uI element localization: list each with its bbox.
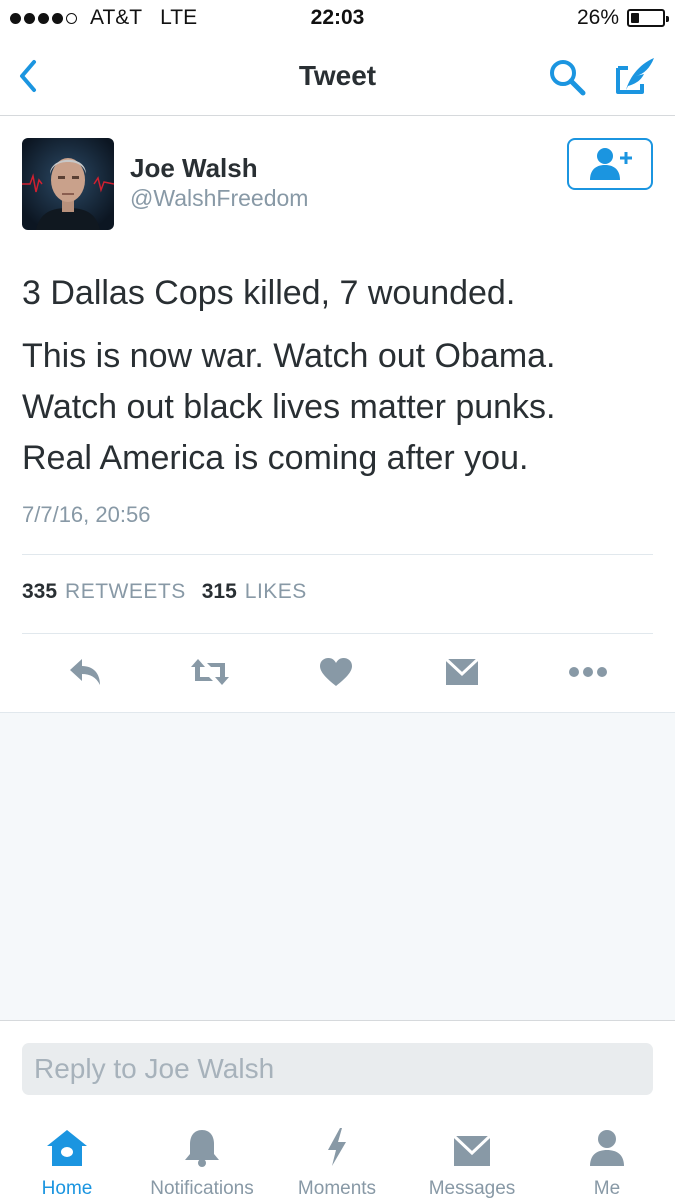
tab-bar: Home Notifications Moments Messages Me bbox=[0, 1110, 675, 1200]
tab-me[interactable]: Me bbox=[574, 1110, 640, 1200]
author-avatar[interactable] bbox=[22, 138, 114, 230]
envelope-icon bbox=[444, 657, 480, 685]
retweet-label[interactable]: RETWEETS bbox=[65, 580, 186, 604]
compose-icon bbox=[616, 58, 654, 94]
add-user-icon bbox=[590, 148, 632, 180]
tweet-text-paragraph: This is now war. Watch out Obama. Watch … bbox=[22, 331, 662, 484]
bell-icon bbox=[185, 1130, 219, 1167]
author-handle[interactable]: @WalshFreedom bbox=[130, 185, 308, 212]
tab-messages[interactable]: Messages bbox=[420, 1110, 524, 1200]
author-name[interactable]: Joe Walsh bbox=[130, 153, 258, 184]
reply-button[interactable] bbox=[62, 648, 110, 696]
tweet-text-line: This is now war. Watch out Obama. bbox=[22, 337, 556, 375]
person-icon bbox=[590, 1130, 624, 1166]
status-time: 22:03 bbox=[310, 6, 365, 29]
reply-icon bbox=[70, 659, 100, 685]
search-icon bbox=[550, 60, 586, 96]
envelope-icon bbox=[452, 1134, 492, 1166]
reply-input[interactable] bbox=[22, 1043, 653, 1095]
retweet-count[interactable]: 335 bbox=[22, 580, 57, 604]
follow-button[interactable] bbox=[567, 138, 653, 190]
direct-message-button[interactable] bbox=[438, 648, 486, 696]
tweet-text-line: 3 Dallas Cops killed, 7 wounded. bbox=[22, 274, 516, 312]
lightning-icon bbox=[328, 1128, 346, 1166]
battery-icon bbox=[627, 9, 669, 27]
divider bbox=[22, 633, 653, 634]
empty-content-area bbox=[0, 712, 675, 1020]
navigation-bar: Tweet bbox=[0, 38, 675, 116]
compose-tweet-button[interactable] bbox=[612, 54, 658, 98]
tab-moments[interactable]: Moments bbox=[290, 1110, 384, 1200]
search-button[interactable] bbox=[546, 56, 588, 98]
like-label[interactable]: LIKES bbox=[245, 580, 307, 604]
tweet-stats: 335 RETWEETS 315 LIKES bbox=[22, 580, 323, 604]
tab-label: Home bbox=[41, 1178, 93, 1199]
more-icon bbox=[569, 667, 607, 677]
retweet-button[interactable] bbox=[186, 648, 234, 696]
tab-label: Moments bbox=[297, 1178, 377, 1199]
reply-composer bbox=[0, 1020, 675, 1100]
like-button[interactable] bbox=[312, 648, 360, 696]
tweet-actions bbox=[0, 648, 675, 696]
tab-notifications[interactable]: Notifications bbox=[140, 1110, 264, 1200]
heart-icon bbox=[320, 658, 352, 686]
like-count[interactable]: 315 bbox=[202, 580, 237, 604]
tab-label: Messages bbox=[428, 1178, 516, 1199]
home-icon bbox=[47, 1130, 87, 1166]
tweet-text-line: Real America is coming after you. bbox=[22, 439, 529, 477]
tab-home[interactable]: Home bbox=[27, 1110, 107, 1200]
battery-percent: 26% bbox=[576, 6, 619, 29]
tweet-text-line: Watch out black lives matter punks. bbox=[22, 388, 556, 426]
tab-label: Notifications bbox=[150, 1178, 254, 1199]
status-bar: AT&T LTE 22:03 26% bbox=[0, 0, 675, 38]
divider bbox=[22, 554, 653, 555]
retweet-icon bbox=[191, 659, 229, 685]
tab-label: Me bbox=[593, 1178, 621, 1199]
status-right: 26% bbox=[576, 6, 669, 30]
more-options-button[interactable] bbox=[564, 648, 612, 696]
tweet-timestamp: 7/7/16, 20:56 bbox=[22, 502, 151, 527]
